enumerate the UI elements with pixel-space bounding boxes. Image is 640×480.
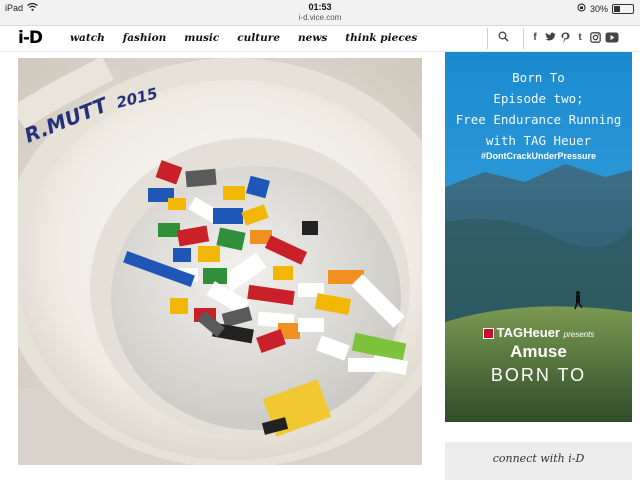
site-logo[interactable]: i-D xyxy=(18,28,43,48)
tumblr-icon[interactable]: t xyxy=(575,32,585,43)
ad-headline: Born To Episode two; Free Endurance Runn… xyxy=(445,67,632,151)
clock: 01:53 xyxy=(308,2,332,12)
ad-hashtag: #DontCrackUnderPressure xyxy=(480,151,597,161)
nav-link-culture[interactable]: culture xyxy=(237,32,280,44)
ad-presents: presents xyxy=(563,330,595,339)
ad-line: Born To xyxy=(512,70,565,85)
youtube-icon[interactable] xyxy=(605,32,619,43)
ad-line: Episode two; xyxy=(493,91,584,106)
rotation-lock-icon xyxy=(577,3,586,14)
battery-icon xyxy=(612,3,634,14)
connect-box: connect with i-D xyxy=(445,442,632,480)
nav-link-music[interactable]: music xyxy=(184,32,219,44)
search-icon[interactable] xyxy=(498,31,509,45)
social-links: f t xyxy=(530,32,619,43)
nav-link-news[interactable]: news xyxy=(298,32,327,44)
tag-heuer-ad[interactable]: Born To Episode two; Free Endurance Runn… xyxy=(445,52,632,422)
ad-brand-logo: TAGHeuer presents xyxy=(445,325,632,340)
ad-line: Free Endurance Running xyxy=(455,112,622,127)
facebook-icon[interactable]: f xyxy=(530,32,540,43)
ad-amuse-title: Amuse xyxy=(510,342,567,361)
ad-line: with TAG Heuer xyxy=(485,133,592,148)
nav-link-fashion[interactable]: fashion xyxy=(123,32,167,44)
nav-divider xyxy=(523,28,524,49)
top-nav: i-D watch fashion music culture news thi… xyxy=(0,26,640,52)
url-bar[interactable]: i-d.vice.com xyxy=(0,13,640,22)
status-bar: iPad 01:53 i-d.vice.com 30% xyxy=(0,0,640,26)
nav-links: watch fashion music culture news think p… xyxy=(70,32,435,44)
instagram-icon[interactable] xyxy=(590,32,601,43)
nav-divider xyxy=(487,28,488,49)
tag-heuer-shield-icon xyxy=(482,328,494,340)
ad-born-to-title: BORN TO xyxy=(490,365,587,385)
ad-brand-name: TAGHeuer xyxy=(496,325,560,340)
nav-link-think-pieces[interactable]: think pieces xyxy=(345,32,417,44)
twitter-icon[interactable] xyxy=(545,32,556,43)
pinterest-icon[interactable] xyxy=(560,32,570,43)
article-hero-image[interactable]: R.MUTT 2015 xyxy=(18,58,422,465)
battery-percent: 30% xyxy=(589,3,608,14)
connect-label: connect with i-D xyxy=(492,452,585,465)
nav-link-watch[interactable]: watch xyxy=(70,32,105,44)
